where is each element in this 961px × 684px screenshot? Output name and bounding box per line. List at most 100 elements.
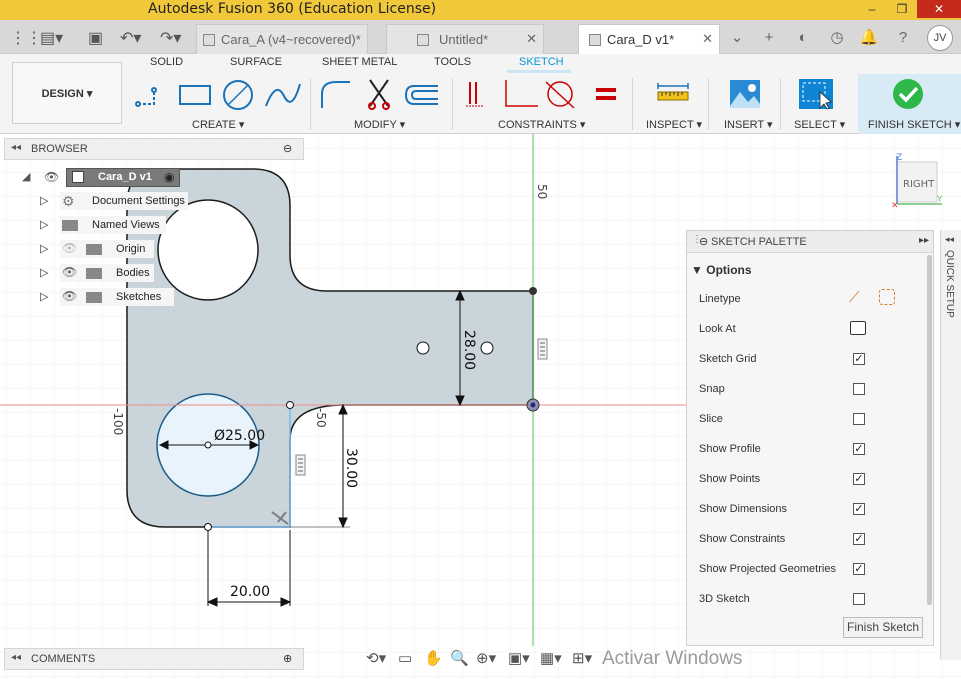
minimize-panel-icon[interactable]: ⊖ bbox=[283, 142, 292, 155]
browser-item-document-settings[interactable]: ▷ Document Settings ⚙ bbox=[38, 192, 190, 212]
zoom-icon[interactable]: 🔍 bbox=[450, 649, 469, 667]
snap-checkbox[interactable] bbox=[853, 383, 865, 395]
file-menu-icon[interactable]: ▤▾ bbox=[40, 28, 63, 48]
expand-panel-icon[interactable]: ◂◂ bbox=[945, 234, 954, 245]
finish-sketch-button[interactable]: Finish Sketch bbox=[843, 617, 923, 638]
browser-root-row[interactable]: ◢ 👁 Cara_D v1 ◉ bbox=[20, 168, 190, 188]
insert-menu[interactable]: INSERT ▾ bbox=[724, 118, 773, 131]
centerline-linetype-icon[interactable] bbox=[879, 289, 895, 305]
show-profile-checkbox[interactable]: ✓ bbox=[853, 443, 865, 455]
display-settings-icon[interactable]: ▣▾ bbox=[508, 649, 530, 667]
insert-image-icon[interactable] bbox=[728, 78, 764, 110]
sketch-point[interactable] bbox=[529, 287, 537, 295]
diameter-dimension[interactable]: Ø25.00 bbox=[214, 428, 265, 444]
fit-icon[interactable]: ⊕▾ bbox=[476, 649, 496, 667]
comments-panel[interactable]: ◂◂ COMMENTS ⊕ bbox=[4, 648, 304, 670]
width-dimension[interactable]: 20.00 bbox=[230, 584, 270, 600]
show-projected-geometries-checkbox[interactable]: ✓ bbox=[853, 563, 865, 575]
job-status-icon[interactable]: ◐ bbox=[792, 27, 814, 49]
collapse-panel-icon[interactable]: ◂◂ bbox=[11, 652, 21, 663]
show-dimensions-checkbox[interactable]: ✓ bbox=[853, 503, 865, 515]
show-constraints-checkbox[interactable]: ✓ bbox=[853, 533, 865, 545]
create-menu[interactable]: CREATE ▾ bbox=[192, 118, 244, 131]
select-menu[interactable]: SELECT ▾ bbox=[794, 118, 845, 131]
hidden-eye-icon[interactable]: 👁 bbox=[62, 241, 77, 255]
visibility-eye-icon[interactable]: 👁 bbox=[62, 289, 77, 303]
upper-hole[interactable] bbox=[157, 199, 259, 301]
palette-header[interactable]: ⋮ ⊖ SKETCH PALETTE ▸▸ bbox=[687, 231, 933, 253]
save-icon[interactable]: ▣ bbox=[88, 28, 103, 48]
close-tab-icon[interactable]: ✕ bbox=[702, 31, 713, 47]
sketch-point[interactable] bbox=[204, 523, 212, 531]
expand-triangle-icon[interactable]: ▷ bbox=[40, 266, 48, 279]
tab-surface[interactable]: SURFACE bbox=[230, 56, 282, 68]
grid-settings-icon[interactable]: ▦▾ bbox=[540, 649, 562, 667]
create-tools[interactable] bbox=[134, 78, 304, 110]
look-at-icon[interactable]: ▭ bbox=[398, 649, 412, 667]
tab-cara-a[interactable]: Cara_A (v4~recovered)* bbox=[196, 24, 368, 54]
collapse-triangle-icon[interactable]: ▼ bbox=[691, 263, 703, 277]
collapse-triangle-icon[interactable]: ◢ bbox=[22, 170, 30, 183]
close-tab-icon[interactable]: ✕ bbox=[526, 31, 537, 47]
modify-menu[interactable]: MODIFY ▾ bbox=[354, 118, 405, 131]
tab-tools[interactable]: TOOLS bbox=[434, 56, 471, 68]
redo-icon[interactable]: ↷▾ bbox=[160, 28, 181, 48]
select-icon[interactable] bbox=[798, 78, 834, 110]
viewports-icon[interactable]: ⊞▾ bbox=[572, 649, 592, 667]
expand-triangle-icon[interactable]: ▷ bbox=[40, 218, 48, 231]
slice-checkbox[interactable] bbox=[853, 413, 865, 425]
browser-item-named-views[interactable]: ▷ Named Views bbox=[38, 216, 168, 236]
modify-tools[interactable] bbox=[318, 78, 442, 110]
expand-triangle-icon[interactable]: ▷ bbox=[40, 290, 48, 303]
measure-icon[interactable] bbox=[656, 78, 692, 110]
constraint-tools[interactable] bbox=[462, 78, 622, 110]
finish-sketch-icon[interactable] bbox=[890, 78, 926, 110]
maximize-button[interactable]: ❐ bbox=[888, 0, 916, 18]
new-tab-icon[interactable]: + bbox=[758, 27, 780, 49]
tab-overflow-icon[interactable]: ⌄ bbox=[726, 27, 748, 49]
visibility-eye-icon[interactable]: 👁 bbox=[62, 265, 77, 279]
close-button[interactable]: ✕ bbox=[917, 0, 961, 18]
browser-item-sketches[interactable]: ▷ Sketches 👁 bbox=[38, 288, 178, 308]
browser-item-origin[interactable]: ▷ Origin 👁 bbox=[38, 240, 168, 260]
show-points-checkbox[interactable]: ✓ bbox=[853, 473, 865, 485]
sketch-point[interactable] bbox=[480, 341, 494, 355]
notifications-icon[interactable]: 🔔 bbox=[858, 27, 880, 49]
vertical-dimension[interactable]: 30.00 bbox=[343, 448, 359, 488]
sketch-point[interactable] bbox=[286, 401, 294, 409]
tab-cara-d[interactable]: Cara_D v1* ✕ bbox=[578, 24, 720, 55]
quick-setup-panel[interactable]: ◂◂ QUICK SETUP bbox=[940, 230, 961, 660]
orbit-icon[interactable]: ⟲▾ bbox=[366, 649, 386, 667]
construction-linetype-icon[interactable]: ⟋ bbox=[849, 289, 860, 306]
tab-sheet-metal[interactable]: SHEET METAL bbox=[322, 56, 397, 68]
user-avatar[interactable]: JV bbox=[927, 25, 953, 51]
expand-triangle-icon[interactable]: ▷ bbox=[40, 242, 48, 255]
activate-radio-icon[interactable]: ◉ bbox=[164, 170, 174, 184]
height-dimension[interactable]: 28.00 bbox=[461, 330, 477, 370]
clock-icon[interactable]: ◷ bbox=[826, 27, 848, 49]
options-section[interactable]: ▼ Options bbox=[691, 263, 752, 277]
pan-icon[interactable]: ✋ bbox=[424, 649, 443, 667]
collapse-panel-icon[interactable]: ◂◂ bbox=[11, 142, 21, 153]
undo-icon[interactable]: ↶▾ bbox=[120, 28, 141, 48]
palette-scrollbar[interactable] bbox=[927, 255, 932, 605]
app-grid-icon[interactable]: ⋮⋮ bbox=[10, 28, 42, 48]
workspace-switcher[interactable]: DESIGN ▾ bbox=[12, 62, 122, 124]
viewcube[interactable]: RIGHT Z Y ✕ bbox=[891, 153, 943, 211]
sketch-grid-checkbox[interactable]: ✓ bbox=[853, 353, 865, 365]
tab-sketch[interactable]: SKETCH bbox=[519, 56, 564, 68]
minimize-button[interactable]: – bbox=[858, 0, 886, 18]
help-icon[interactable]: ? bbox=[892, 27, 914, 49]
expand-panel-icon[interactable]: ▸▸ bbox=[919, 235, 929, 246]
expand-triangle-icon[interactable]: ▷ bbox=[40, 194, 48, 207]
3d-sketch-checkbox[interactable] bbox=[853, 593, 865, 605]
browser-item-bodies[interactable]: ▷ Bodies 👁 bbox=[38, 264, 168, 284]
finish-sketch-menu[interactable]: FINISH SKETCH ▾ bbox=[868, 118, 960, 131]
look-at-icon[interactable] bbox=[850, 321, 866, 335]
add-comment-icon[interactable]: ⊕ bbox=[283, 652, 292, 665]
tab-solid[interactable]: SOLID bbox=[150, 56, 183, 68]
tab-untitled[interactable]: Untitled* ✕ bbox=[386, 24, 544, 54]
constraints-menu[interactable]: CONSTRAINTS ▾ bbox=[498, 118, 585, 131]
sketch-point[interactable] bbox=[204, 441, 212, 449]
visibility-eye-icon[interactable]: 👁 bbox=[44, 170, 59, 184]
